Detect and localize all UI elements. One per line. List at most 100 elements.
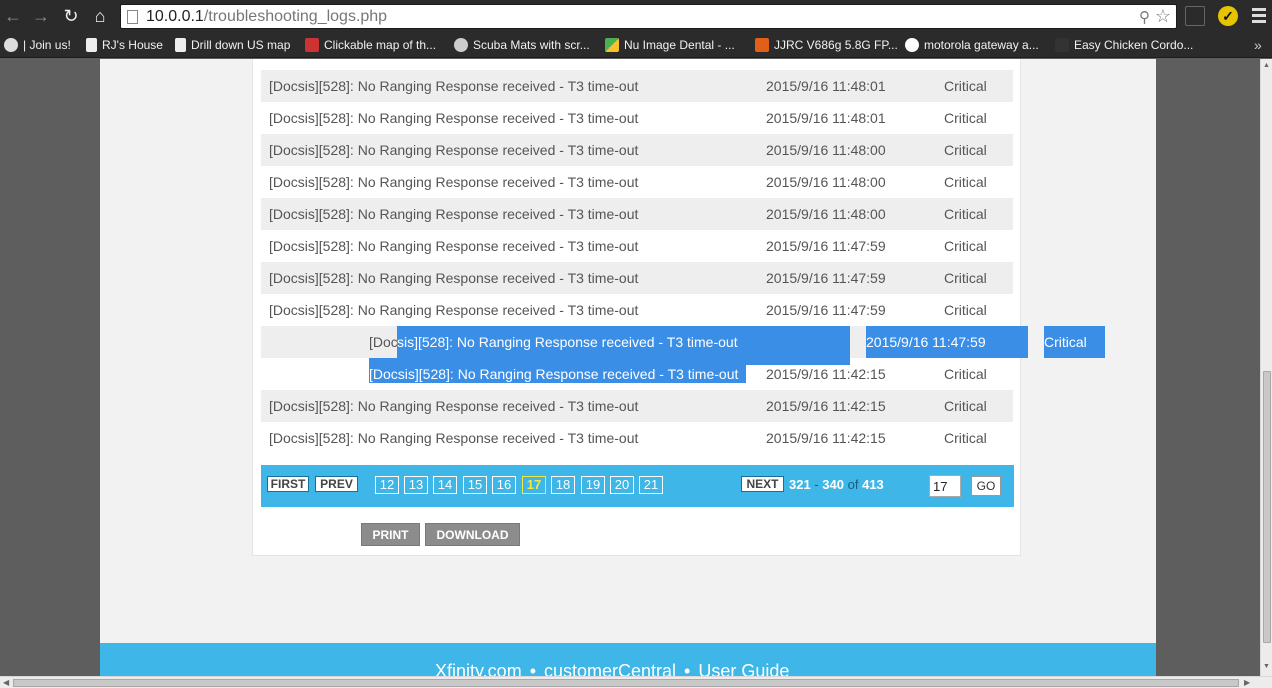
- back-icon[interactable]: ←: [2, 5, 24, 27]
- log-message: [Docsis][528]: No Ranging Response recei…: [269, 270, 639, 286]
- log-time: 2015/9/16 11:47:59: [766, 238, 886, 254]
- address-bar[interactable]: 10.0.0.1/troubleshooting_logs.php ⚲ ☆: [120, 4, 1177, 29]
- page-icon: [86, 38, 97, 52]
- log-row: [Docsis][528]: No Ranging Response recei…: [261, 166, 1013, 198]
- selection-prefix-text: [Doc: [369, 334, 398, 350]
- chevron-right-icon[interactable]: »: [1254, 37, 1262, 53]
- steam-icon: [454, 38, 468, 52]
- log-message: [Docsis][528]: No Ranging Response recei…: [269, 238, 639, 254]
- leaf-icon: [1055, 38, 1069, 52]
- reload-icon[interactable]: ↻: [60, 5, 82, 27]
- log-row: [Docsis][528]: No Ranging Response recei…: [261, 422, 1013, 454]
- log-time: 2015/9/16 11:47:59: [766, 270, 886, 286]
- scroll-down-icon[interactable]: ▼: [1263, 663, 1270, 670]
- page-link-17-current[interactable]: 17: [522, 476, 546, 494]
- selected-time: 2015/9/16 11:47:59: [866, 334, 986, 350]
- log-level: Critical: [944, 302, 987, 318]
- selected-text: sis][528]: No Ranging Response received …: [397, 334, 738, 350]
- pagination-bar: FIRST PREV 12 13 14 15 16 17 18 19 20 21…: [261, 465, 1014, 507]
- log-row: [Docsis][528]: No Ranging Response recei…: [261, 134, 1013, 166]
- log-row: [Docsis][528]: No Ranging Response recei…: [261, 70, 1013, 102]
- bookmark-rjs-house[interactable]: RJ's House: [86, 36, 163, 54]
- log-row: [Docsis][528]: No Ranging Response recei…: [261, 198, 1013, 230]
- wordpress-icon: [4, 38, 18, 52]
- bookmark-clickable-map[interactable]: Clickable map of th...: [305, 36, 436, 54]
- log-row: [Docsis][528]: No Ranging Response recei…: [261, 230, 1013, 262]
- page-link-14[interactable]: 14: [433, 476, 457, 494]
- go-button[interactable]: GO: [971, 476, 1001, 496]
- page-number-input[interactable]: [929, 475, 961, 497]
- bookmark-drill-down-map[interactable]: Drill down US map: [175, 36, 290, 54]
- bookmarks-bar: | Join us! RJ's House Drill down US map …: [0, 33, 1272, 58]
- log-level: Critical: [944, 366, 987, 382]
- bookmark-nu-image-dental[interactable]: Nu Image Dental - ...: [605, 36, 735, 54]
- download-button[interactable]: DOWNLOAD: [425, 523, 520, 546]
- log-time: 2015/9/16 11:48:01: [766, 110, 886, 126]
- bookmark-jjrc[interactable]: JJRC V686g 5.8G FP...: [755, 36, 898, 54]
- log-time: 2015/9/16 11:48:00: [766, 206, 886, 222]
- log-level: Critical: [944, 206, 987, 222]
- footer-link-xfinity[interactable]: Xfinity.com: [435, 661, 522, 676]
- bookmark-chicken-cordon[interactable]: Easy Chicken Cordo...: [1055, 36, 1193, 54]
- page-icon: [127, 10, 138, 24]
- log-level: Critical: [944, 398, 987, 414]
- log-level: Critical: [944, 142, 987, 158]
- log-time: 2015/9/16 11:48:01: [766, 78, 886, 94]
- log-level: Critical: [944, 270, 987, 286]
- log-level: Critical: [944, 110, 987, 126]
- log-row: [Docsis][528]: No Ranging Response recei…: [261, 294, 1013, 326]
- home-icon[interactable]: ⌂: [89, 5, 111, 27]
- log-time: 2015/9/16 11:42:15: [766, 366, 886, 382]
- bookmark-motorola-gateway[interactable]: motorola gateway a...: [905, 36, 1039, 54]
- scroll-left-icon[interactable]: ◀: [3, 678, 9, 687]
- horizontal-scroll-thumb[interactable]: [13, 679, 1239, 687]
- log-time: 2015/9/16 11:47:59: [766, 302, 886, 318]
- log-time: 2015/9/16 11:42:15: [766, 398, 886, 414]
- forward-icon[interactable]: →: [30, 5, 52, 27]
- log-message: [Docsis][528]: No Ranging Response recei…: [269, 142, 639, 158]
- prev-page-button[interactable]: PREV: [315, 476, 358, 492]
- log-level: Critical: [944, 238, 987, 254]
- log-time: 2015/9/16 11:48:00: [766, 174, 886, 190]
- google-maps-icon: [605, 38, 619, 52]
- first-page-button[interactable]: FIRST: [267, 476, 309, 492]
- page-link-13[interactable]: 13: [404, 476, 428, 494]
- checkmark-extension-icon[interactable]: ✓: [1218, 6, 1238, 26]
- google-icon: [905, 38, 919, 52]
- log-row: [Docsis][528]: No Ranging Response recei…: [261, 390, 1013, 422]
- zoom-icon[interactable]: ⚲: [1139, 8, 1150, 26]
- bookmark-scuba-mats[interactable]: Scuba Mats with scr...: [454, 36, 590, 54]
- page-link-18[interactable]: 18: [551, 476, 575, 494]
- footer-link-user-guide[interactable]: User Guide: [698, 661, 789, 676]
- log-level: Critical: [944, 174, 987, 190]
- scroll-up-icon[interactable]: ▲: [1263, 62, 1270, 69]
- page-link-15[interactable]: 15: [463, 476, 487, 494]
- footer-links: Xfinity.com • customerCentral • User Guide: [435, 661, 789, 676]
- scroll-right-icon[interactable]: ▶: [1244, 678, 1250, 687]
- footer-link-customer-central[interactable]: customerCentral: [544, 661, 676, 676]
- url-text[interactable]: 10.0.0.1/troubleshooting_logs.php: [146, 8, 387, 26]
- log-level: Critical: [944, 78, 987, 94]
- bookmark-star-icon[interactable]: ☆: [1155, 6, 1171, 27]
- page-link-16[interactable]: 16: [492, 476, 516, 494]
- browser-toolbar: ← → ↻ ⌂ 10.0.0.1/troubleshooting_logs.ph…: [0, 0, 1272, 33]
- menu-icon[interactable]: [1252, 8, 1266, 26]
- page-link-20[interactable]: 20: [610, 476, 634, 494]
- print-button[interactable]: PRINT: [361, 523, 420, 546]
- page-link-21[interactable]: 21: [639, 476, 663, 494]
- bookmark-join-us[interactable]: | Join us!: [4, 36, 71, 54]
- page-link-12[interactable]: 12: [375, 476, 399, 494]
- page-icon: [175, 38, 186, 52]
- horizontal-scrollbar[interactable]: ◀ ▶: [0, 676, 1272, 688]
- vertical-scrollbar[interactable]: ▲ ▼: [1260, 59, 1272, 676]
- map-site-icon: [305, 38, 319, 52]
- page-link-19[interactable]: 19: [581, 476, 605, 494]
- log-row: [Docsis][528]: No Ranging Response recei…: [261, 262, 1013, 294]
- next-page-button[interactable]: NEXT: [741, 476, 784, 492]
- log-message: [Docsis][528]: No Ranging Response recei…: [269, 110, 639, 126]
- selected-text: [Docsis][528]: No Ranging Response recei…: [369, 366, 739, 382]
- vertical-scroll-thumb[interactable]: [1263, 371, 1271, 643]
- log-message: [Docsis][528]: No Ranging Response recei…: [269, 174, 639, 190]
- selection-highlight: [369, 358, 850, 365]
- extension-icon[interactable]: [1185, 6, 1205, 26]
